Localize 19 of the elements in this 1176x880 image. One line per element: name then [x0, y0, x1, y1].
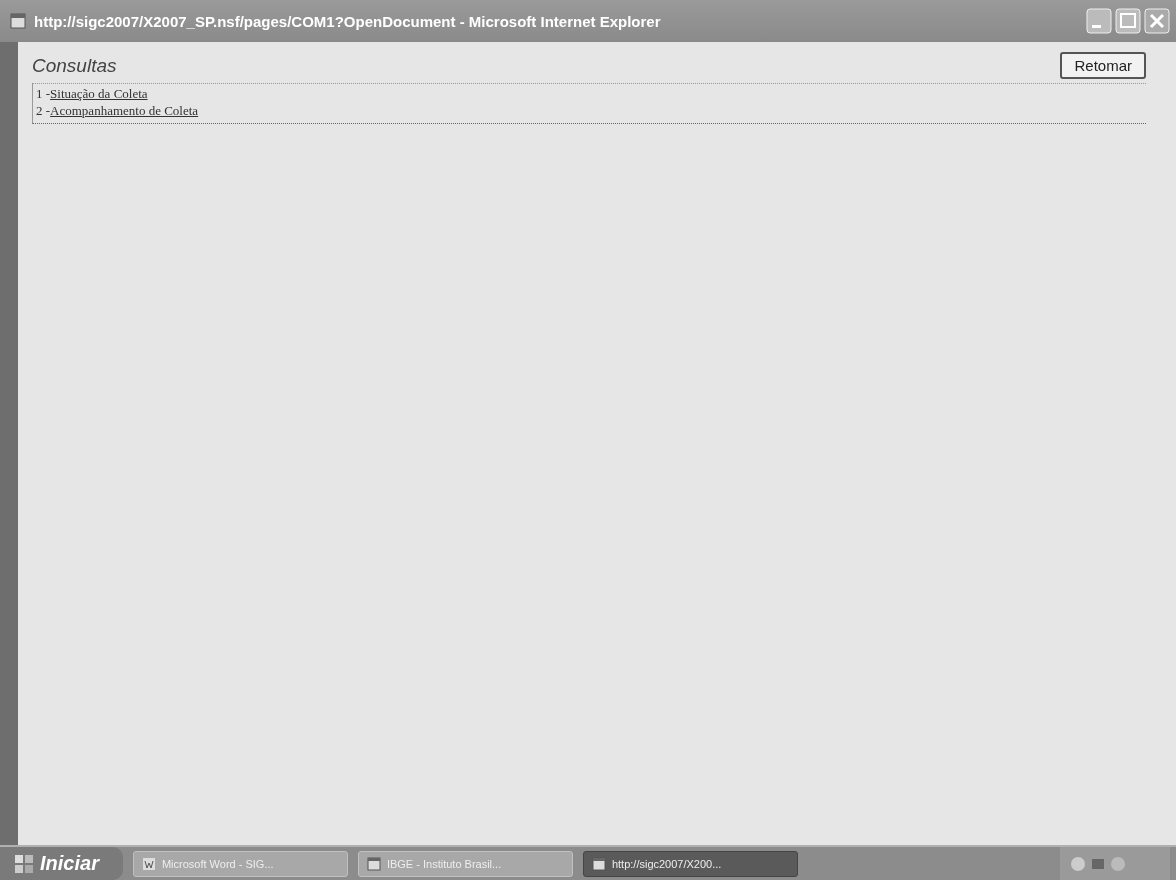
- retomar-button[interactable]: Retomar: [1060, 52, 1146, 79]
- document-icon: [141, 856, 156, 871]
- tray-icon[interactable]: [1070, 855, 1086, 872]
- close-icon[interactable]: [1144, 8, 1170, 34]
- query-link[interactable]: Situação da Coleta: [50, 86, 148, 102]
- windows-logo-icon: [14, 853, 34, 874]
- start-button[interactable]: Iniciar: [0, 847, 123, 880]
- browser-icon: [10, 13, 26, 29]
- maximize-icon[interactable]: [1115, 8, 1141, 34]
- browser-icon: [366, 856, 381, 871]
- item-number: 2 -: [36, 103, 51, 119]
- minimize-icon[interactable]: [1086, 8, 1112, 34]
- window-title: http://sigc2007/X2007_SP.nsf/pages/COM1?OpenDocument - Microsoft Internet Explorer: [34, 12, 662, 30]
- page-heading: Consultas: [32, 54, 117, 77]
- query-link[interactable]: Acompanhamento de Coleta: [50, 103, 199, 119]
- tray-icon[interactable]: [1110, 855, 1126, 872]
- item-number: 1 -: [36, 86, 51, 102]
- taskbar-button[interactable]: http://sigc2007/X200...: [582, 850, 798, 877]
- browser-icon: [591, 856, 606, 871]
